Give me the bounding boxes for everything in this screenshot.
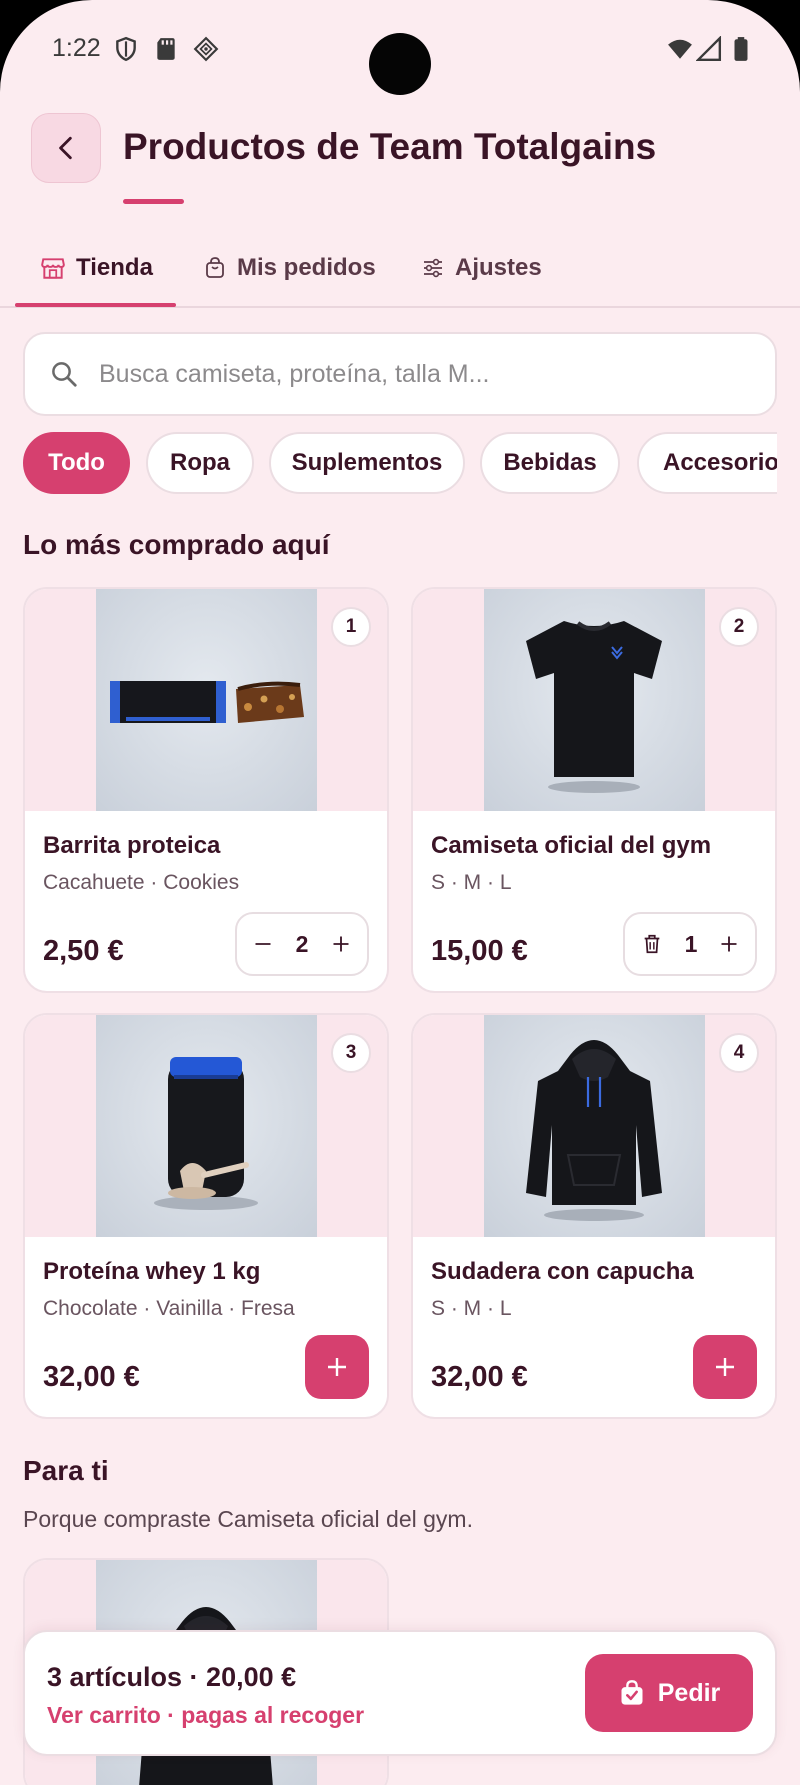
quantity-stepper: 1 xyxy=(623,912,757,976)
view-cart-link[interactable]: Ver carrito · pagas al recoger xyxy=(47,1702,364,1729)
status-bar: 1:22 xyxy=(0,0,800,100)
plus-icon xyxy=(716,1358,734,1376)
wifi-icon xyxy=(668,39,692,59)
product-card[interactable]: 2 Camiseta oficial del gym S · M · L 15,… xyxy=(411,587,777,993)
add-to-cart-button[interactable] xyxy=(305,1335,369,1399)
chip-todo[interactable]: Todo xyxy=(23,432,130,494)
product-options: S · M · L xyxy=(431,1297,512,1320)
order-button[interactable]: Pedir xyxy=(585,1654,753,1732)
minus-icon[interactable] xyxy=(253,934,273,954)
sd-card-icon xyxy=(157,38,175,60)
rank-badge: 3 xyxy=(331,1033,371,1073)
signal-icon xyxy=(696,36,722,62)
product-name: Proteína whey 1 kg xyxy=(43,1258,261,1285)
chip-bebidas[interactable]: Bebidas xyxy=(480,432,620,494)
chip-ropa[interactable]: Ropa xyxy=(146,432,254,494)
trash-icon[interactable] xyxy=(641,932,663,956)
product-options: Cacahuete · Cookies xyxy=(43,871,240,894)
section-subtitle: Porque compraste Camiseta oficial del gy… xyxy=(23,1506,473,1532)
product-image xyxy=(484,589,705,811)
grid-diamond-icon xyxy=(193,36,219,62)
tab-ajustes[interactable]: Ajustes xyxy=(421,230,542,306)
rank-badge: 4 xyxy=(719,1033,759,1073)
product-card[interactable]: 3 Proteína whey 1 kg Chocolate · Vainill… xyxy=(23,1013,389,1419)
title-underline xyxy=(123,199,184,204)
search-placeholder: Busca camiseta, proteína, talla M... xyxy=(99,359,490,388)
product-price: 15,00 € xyxy=(431,935,528,967)
quantity-stepper: 2 xyxy=(235,912,369,976)
status-time: 1:22 xyxy=(52,34,101,62)
tab-label: Ajustes xyxy=(455,254,542,281)
product-price: 32,00 € xyxy=(431,1361,528,1393)
product-name: Camiseta oficial del gym xyxy=(431,832,712,859)
plus-icon[interactable] xyxy=(331,934,351,954)
product-price: 32,00 € xyxy=(43,1361,140,1393)
sliders-icon xyxy=(424,258,442,278)
battery-icon xyxy=(734,37,748,61)
product-name: Barrita proteica xyxy=(43,832,221,859)
search-icon xyxy=(52,362,77,387)
section-title-for-you: Para ti xyxy=(23,1455,109,1486)
category-filter: Todo Ropa Suplementos Bebidas Accesorios xyxy=(23,432,777,496)
product-options: S · M · L xyxy=(431,871,512,894)
order-button-label: Pedir xyxy=(657,1678,721,1707)
product-card[interactable]: 1 Barrita proteica Cacahuete · Cookies 2… xyxy=(23,587,389,993)
product-image xyxy=(96,1015,317,1237)
shopping-bag-check-icon xyxy=(621,1680,643,1705)
cart-summary-bar[interactable]: 3 artículos · 20,00 € Ver carrito · paga… xyxy=(23,1630,777,1756)
product-image xyxy=(484,1015,705,1237)
product-price: 2,50 € xyxy=(43,935,124,967)
product-name: Sudadera con capucha xyxy=(431,1258,694,1285)
product-options: Chocolate · Vainilla · Fresa xyxy=(43,1297,295,1320)
rank-badge: 1 xyxy=(331,607,371,647)
plus-icon[interactable] xyxy=(719,934,739,954)
quantity-value: 1 xyxy=(684,930,698,957)
chevron-left-icon xyxy=(59,136,72,160)
tab-bar: Tienda Mis pedidos Ajustes xyxy=(0,230,800,308)
product-card[interactable]: 4 Sudadera con capucha S · M · L 32,00 € xyxy=(411,1013,777,1419)
section-title-top: Lo más comprado aquí xyxy=(23,529,330,560)
tab-tienda[interactable]: Tienda xyxy=(40,230,153,306)
shield-icon xyxy=(116,36,136,62)
store-icon xyxy=(41,258,65,279)
bag-icon xyxy=(206,257,224,278)
rank-badge: 2 xyxy=(719,607,759,647)
plus-icon xyxy=(328,1358,346,1376)
chip-accesorios[interactable]: Accesorios xyxy=(637,432,777,494)
cart-summary: 3 artículos · 20,00 € xyxy=(47,1662,297,1692)
product-image xyxy=(96,589,317,811)
back-button[interactable] xyxy=(31,113,101,183)
tab-label: Tienda xyxy=(76,254,153,281)
app-screen: 1:22 Productos de Team Totalgains Tienda… xyxy=(0,0,800,1785)
active-tab-indicator xyxy=(15,303,176,307)
search-input[interactable]: Busca camiseta, proteína, talla M... xyxy=(23,332,777,416)
quantity-value: 2 xyxy=(295,930,309,957)
page-title: Productos de Team Totalgains xyxy=(123,126,657,167)
tab-label: Mis pedidos xyxy=(237,254,376,281)
add-to-cart-button[interactable] xyxy=(693,1335,757,1399)
tab-mis-pedidos[interactable]: Mis pedidos xyxy=(203,230,376,306)
chip-suplementos[interactable]: Suplementos xyxy=(269,432,465,494)
